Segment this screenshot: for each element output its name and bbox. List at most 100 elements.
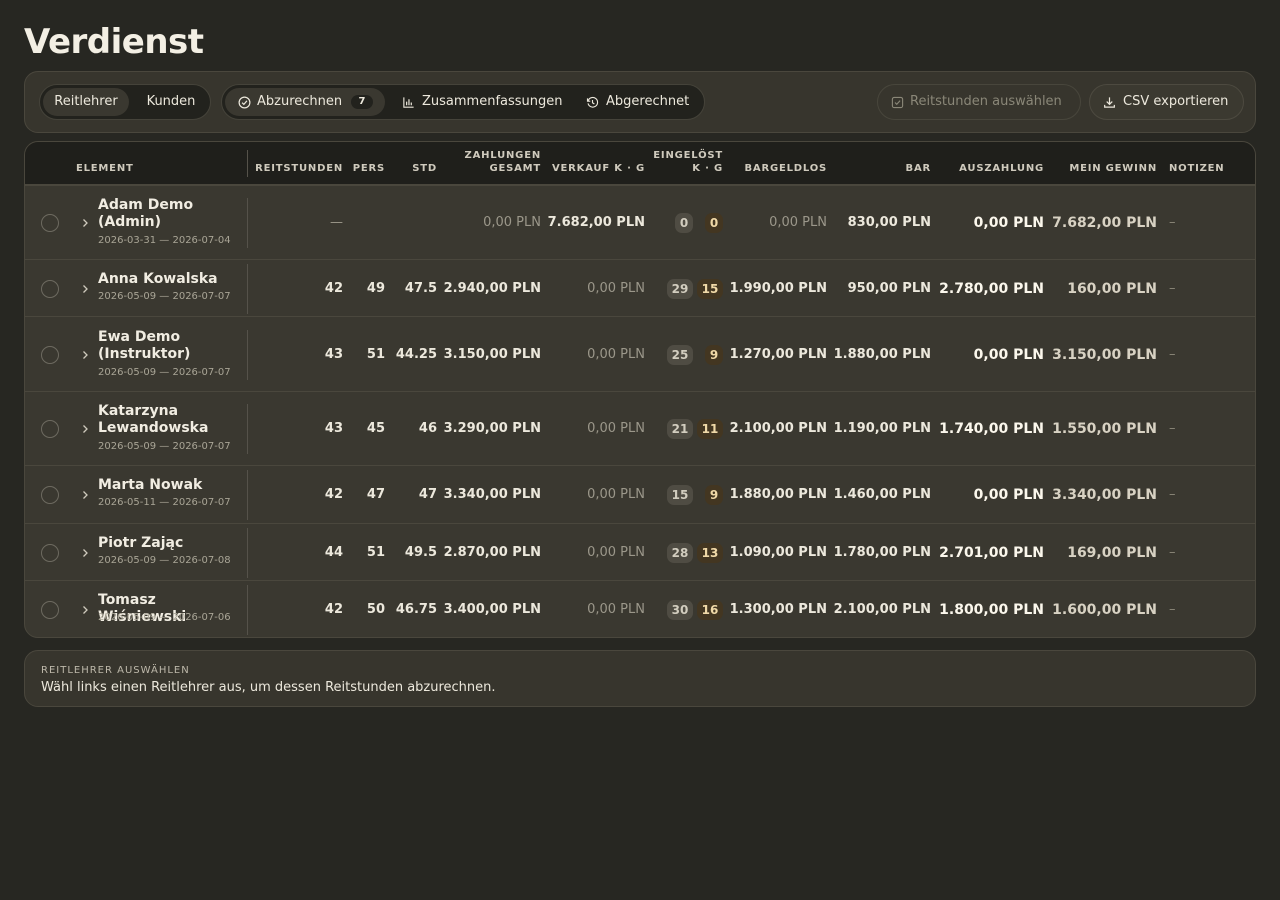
- cell-payout: 0,00 PLN: [973, 346, 1044, 363]
- cell-profit: 1.600,00 PLN: [1052, 602, 1157, 618]
- redeemed-g-badge: 0: [705, 213, 723, 233]
- cell-lessons: 42: [324, 280, 343, 296]
- cell-sale: 0,00 PLN: [587, 487, 645, 502]
- redeemed-k-badge: 21: [667, 419, 693, 439]
- col-cash[interactable]: BAR: [906, 162, 931, 175]
- cell-payments: 3.150,00 PLN: [443, 346, 541, 362]
- row-divider: [247, 585, 248, 635]
- tab-summaries-label: Zusammenfassungen: [422, 94, 563, 109]
- table-row[interactable]: Marta Nowak 2026-05-11 — 2026-07-07 42 47 47…: [25, 465, 1255, 523]
- cell-cash: 1.190,00 PLN: [833, 421, 931, 436]
- page-title: Verdienst: [24, 22, 204, 62]
- table-row[interactable]: Adam Demo (Admin) 2026-03-31 — 2026-07-04…: [25, 185, 1255, 259]
- col-sale[interactable]: VERKAUF K · G: [552, 162, 645, 175]
- col-cashless[interactable]: BARGELDLOS: [745, 162, 828, 175]
- redeemed-k-badge: 29: [667, 278, 693, 299]
- cell-sale: 0,00 PLN: [587, 346, 645, 362]
- cell-notes[interactable]: –: [1169, 215, 1176, 230]
- download-icon: [1104, 97, 1115, 108]
- tab-pending[interactable]: Abzurechnen 7: [225, 88, 385, 116]
- row-select-radio[interactable]: [41, 214, 59, 232]
- col-profit[interactable]: MEIN GEWINN: [1069, 162, 1157, 175]
- table-header: ELEMENT REITSTUNDEN PERS STD ZAHLUNGEN G…: [25, 142, 1255, 185]
- row-name: Anna Kowalska: [98, 270, 218, 287]
- cell-profit: 3.150,00 PLN: [1052, 346, 1157, 363]
- cell-cash: 1.880,00 PLN: [833, 346, 931, 362]
- redeemed-g-badge: 16: [697, 600, 723, 620]
- cell-cashless: 1.880,00 PLN: [729, 487, 827, 502]
- col-element[interactable]: ELEMENT: [76, 162, 134, 175]
- chevron-right-icon[interactable]: [80, 424, 90, 434]
- col-lessons[interactable]: REITSTUNDEN: [255, 162, 343, 175]
- cell-notes[interactable]: –: [1169, 421, 1176, 436]
- cell-hours: 44.25: [395, 346, 437, 362]
- row-select-radio[interactable]: [41, 601, 59, 619]
- row-select-radio[interactable]: [41, 420, 59, 438]
- row-select-radio[interactable]: [41, 345, 59, 364]
- chevron-right-icon[interactable]: [80, 218, 90, 228]
- col-notes[interactable]: NOTIZEN: [1169, 162, 1224, 175]
- cell-hours: 46.75: [395, 602, 437, 617]
- col-payments-total[interactable]: ZAHLUNGEN GESAMT: [465, 149, 541, 175]
- cell-payout: 0,00 PLN: [973, 487, 1044, 503]
- tab-settled[interactable]: Abgerechnet: [574, 88, 700, 116]
- chevron-right-icon[interactable]: [80, 605, 90, 615]
- row-select-radio[interactable]: [41, 543, 59, 562]
- scope-customers-tab[interactable]: Kunden: [132, 88, 210, 116]
- cell-cashless: 1.990,00 PLN: [729, 280, 827, 296]
- col-redeemed[interactable]: EINGELÖST K · G: [653, 149, 723, 175]
- export-csv-button[interactable]: CSV exportieren: [1089, 84, 1244, 120]
- tab-summaries[interactable]: Zusammenfassungen: [390, 88, 563, 116]
- cell-pers: 49: [366, 280, 385, 296]
- cell-payments: 3.400,00 PLN: [443, 602, 541, 617]
- col-pers[interactable]: PERS: [353, 162, 385, 175]
- cell-lessons: 43: [324, 421, 343, 436]
- row-divider: [247, 329, 248, 380]
- row-dates: 2026-05-09 — 2026-07-07: [98, 290, 231, 302]
- select-instructor-hint: REITLEHRER AUSWÄHLEN Wähl links einen Re…: [24, 650, 1256, 707]
- redeemed-k-badge: 28: [667, 542, 693, 563]
- cell-payout: 1.740,00 PLN: [939, 421, 1044, 437]
- row-dates: 2026-05-09 — 2026-07-06: [98, 612, 231, 623]
- cell-cashless: 1.090,00 PLN: [729, 544, 827, 560]
- cell-notes[interactable]: –: [1169, 545, 1176, 560]
- table-row[interactable]: Piotr Zając 2026-05-09 — 2026-07-08 44 51 49…: [25, 523, 1255, 580]
- cell-pers: 50: [366, 602, 385, 617]
- row-name: Piotr Zając: [98, 534, 184, 551]
- table-row[interactable]: Anna Kowalska 2026-05-09 — 2026-07-07 42 49…: [25, 259, 1255, 316]
- tab-settled-label: Abgerechnet: [606, 94, 690, 109]
- select-lessons-button[interactable]: Reitstunden auswählen: [877, 84, 1081, 120]
- cell-cashless: 1.270,00 PLN: [729, 346, 827, 362]
- cell-hours: 46: [418, 421, 437, 436]
- chevron-right-icon[interactable]: [80, 490, 90, 500]
- cell-lessons: 42: [324, 487, 343, 502]
- cell-sale: 0,00 PLN: [587, 602, 645, 617]
- cell-hours: 47: [418, 487, 437, 502]
- row-select-radio[interactable]: [41, 486, 59, 504]
- cell-sale: 0,00 PLN: [587, 421, 645, 436]
- table-row[interactable]: Ewa Demo (Instruktor) 2026-05-09 — 2026-0…: [25, 316, 1255, 391]
- cell-notes[interactable]: –: [1169, 487, 1176, 502]
- cell-notes[interactable]: –: [1169, 281, 1176, 296]
- col-hours[interactable]: STD: [412, 162, 437, 175]
- cell-cash: 1.460,00 PLN: [833, 487, 931, 502]
- scope-instructors-tab[interactable]: Reitlehrer: [43, 88, 129, 116]
- chevron-right-icon[interactable]: [80, 548, 90, 558]
- table-row[interactable]: Tomasz Wiśniewski 2026-05-09 — 2026-07-06…: [25, 580, 1255, 637]
- table-row[interactable]: Katarzyna Lewandowska 2026-05-09 — 2026-0…: [25, 391, 1255, 465]
- cell-notes[interactable]: –: [1169, 347, 1176, 362]
- view-switch: Abzurechnen 7 Zusammenfassungen Abgerech…: [221, 84, 705, 120]
- chevron-right-icon[interactable]: [80, 284, 90, 294]
- col-payments-total-line2: GESAMT: [489, 163, 541, 174]
- row-name: Katarzyna Lewandowska: [98, 403, 209, 436]
- cell-profit: 1.550,00 PLN: [1052, 421, 1157, 437]
- row-select-radio[interactable]: [41, 279, 59, 298]
- cell-payout: 1.800,00 PLN: [939, 602, 1044, 618]
- col-payout[interactable]: AUSZAHLUNG: [959, 162, 1044, 175]
- chevron-right-icon[interactable]: [80, 350, 90, 360]
- cell-payments: 3.290,00 PLN: [443, 421, 541, 436]
- cell-notes[interactable]: –: [1169, 602, 1176, 617]
- cell-pers: 51: [366, 544, 385, 560]
- col-payments-total-line1: ZAHLUNGEN: [464, 150, 541, 161]
- redeemed-g-badge: 15: [697, 278, 723, 299]
